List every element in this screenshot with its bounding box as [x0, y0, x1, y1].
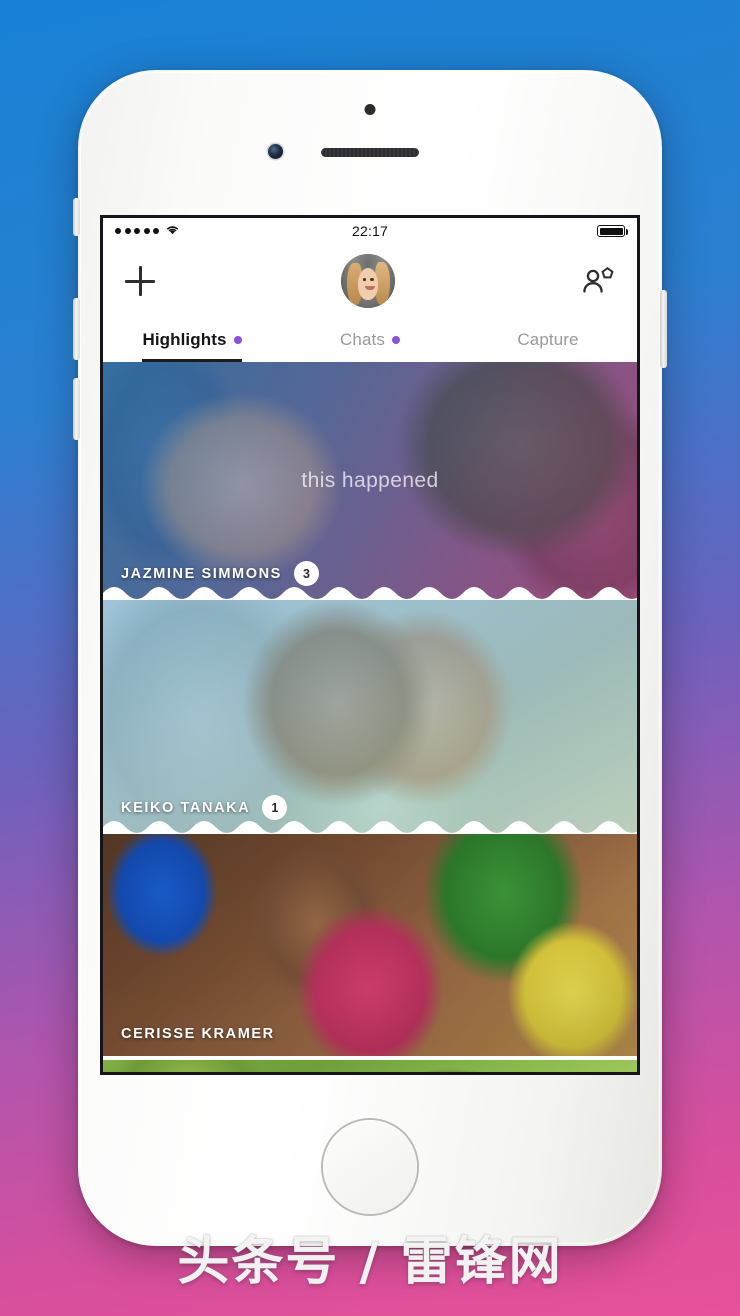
- mute-switch[interactable]: [73, 198, 80, 236]
- volume-up-button[interactable]: [73, 298, 80, 360]
- phone-mockup: 22:17 Highlights Chats Capture this happ…: [73, 70, 667, 1246]
- highlight-card[interactable]: KEIKO TANAKA 1: [103, 600, 637, 834]
- highlight-card[interactable]: this happened JAZMINE SIMMONS 3: [103, 362, 637, 600]
- earpiece-speaker-icon: [321, 148, 419, 157]
- highlights-feed[interactable]: this happened JAZMINE SIMMONS 3 KEIKO TA…: [103, 362, 637, 1072]
- card-tint-overlay: [103, 834, 637, 1056]
- card-overlay-text: this happened: [301, 469, 439, 492]
- status-bar-time: 22:17: [351, 223, 389, 239]
- signal-strength-icon: [115, 228, 159, 234]
- wifi-icon: [165, 222, 180, 240]
- volume-down-button[interactable]: [73, 378, 80, 440]
- tab-capture-label: Capture: [517, 330, 579, 349]
- page-watermark: 头条号 / 雷锋网: [177, 1232, 563, 1292]
- tab-highlights-dot-icon: [233, 336, 242, 344]
- wavy-divider-icon: [103, 587, 637, 600]
- status-bar: 22:17: [103, 218, 637, 244]
- tab-bar: Highlights Chats Capture: [103, 318, 637, 362]
- wavy-divider-icon: [103, 821, 637, 834]
- tab-highlights-label: Highlights: [142, 330, 227, 349]
- app-header: [103, 244, 637, 318]
- card-name: CERISSE KRAMER: [121, 1026, 275, 1042]
- highlight-card[interactable]: CERISSE KRAMER: [103, 834, 637, 1056]
- tab-chats-label: Chats: [340, 330, 385, 349]
- highlight-card-partial[interactable]: [103, 1056, 637, 1072]
- battery-icon: [597, 225, 629, 237]
- power-button[interactable]: [660, 290, 667, 368]
- tab-chats[interactable]: Chats: [281, 318, 459, 362]
- add-friend-icon[interactable]: [581, 265, 615, 297]
- plus-icon[interactable]: [125, 266, 155, 296]
- tab-capture[interactable]: Capture: [459, 318, 637, 362]
- proximity-sensor-icon: [364, 104, 376, 115]
- avatar[interactable]: [341, 254, 395, 308]
- home-button[interactable]: [323, 1120, 417, 1214]
- card-label: CERISSE KRAMER: [121, 1026, 275, 1042]
- front-camera-icon: [268, 144, 283, 159]
- tab-highlights[interactable]: Highlights: [103, 318, 281, 362]
- phone-screen: 22:17 Highlights Chats Capture this happ…: [100, 215, 640, 1075]
- card-photo: [103, 1060, 637, 1072]
- tab-chats-dot-icon: [391, 336, 400, 344]
